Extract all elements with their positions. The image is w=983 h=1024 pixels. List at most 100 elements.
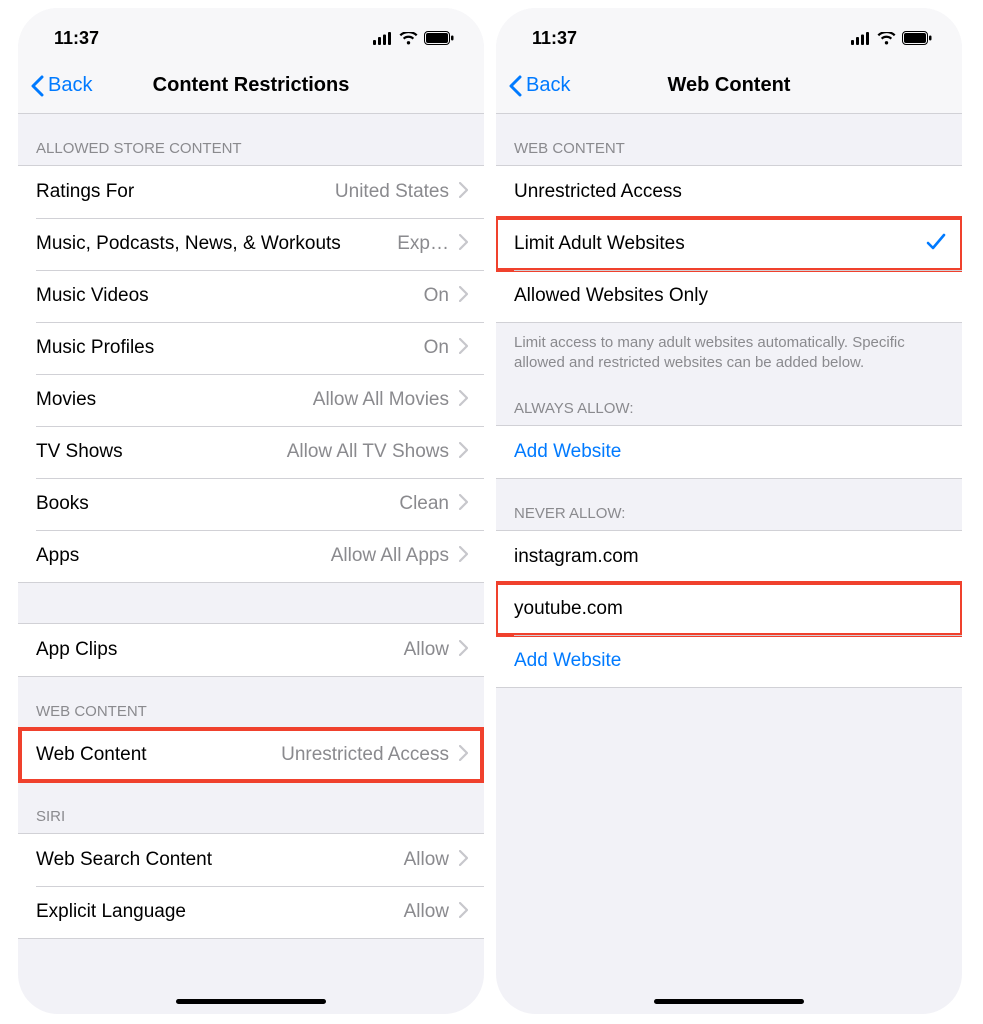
cell-label: instagram.com	[514, 546, 639, 568]
cell-label: Ratings For	[36, 181, 134, 203]
section-header-web: WEB CONTENT	[18, 677, 484, 728]
status-icons	[851, 31, 932, 45]
cell-value: Exp…	[397, 233, 449, 255]
chevron-right-icon	[459, 338, 468, 359]
cell-value: Allow	[220, 849, 449, 871]
row-movies[interactable]: Movies Allow All Movies	[18, 374, 484, 426]
battery-icon	[902, 31, 932, 45]
section-header-never: NEVER ALLOW:	[496, 479, 962, 530]
section-header-always: ALWAYS ALLOW:	[496, 374, 962, 425]
siri-group: Web Search Content Allow Explicit Langua…	[18, 833, 484, 939]
cell-value: Allow All Apps	[87, 545, 449, 567]
phone-content-restrictions: 11:37 Back Content Restrictions ALLOWED …	[18, 8, 484, 1014]
section-footer: Limit access to many adult websites auto…	[496, 323, 962, 374]
app-clips-group: App Clips Allow	[18, 623, 484, 677]
cellular-icon	[373, 32, 393, 45]
never-allow-group: instagram.com youtube.com Add Website	[496, 530, 962, 688]
row-web-content[interactable]: Web Content Unrestricted Access	[18, 729, 484, 781]
cell-label: Music Profiles	[36, 337, 154, 359]
row-explicit-language[interactable]: Explicit Language Allow	[18, 886, 484, 938]
cell-value: Allow	[194, 901, 449, 923]
cell-label: TV Shows	[36, 441, 123, 463]
chevron-right-icon	[459, 286, 468, 307]
cell-value: Allow All TV Shows	[131, 441, 449, 463]
status-bar: 11:37	[496, 8, 962, 58]
cell-label: Add Website	[514, 650, 621, 672]
cell-label: Explicit Language	[36, 901, 186, 923]
home-indicator[interactable]	[654, 999, 804, 1004]
row-books[interactable]: Books Clean	[18, 478, 484, 530]
chevron-right-icon	[459, 234, 468, 255]
chevron-right-icon	[459, 494, 468, 515]
chevron-right-icon	[459, 546, 468, 567]
nav-bar: Back Web Content	[496, 58, 962, 114]
add-website-never[interactable]: Add Website	[496, 635, 962, 687]
web-options-group: Unrestricted Access Limit Adult Websites…	[496, 165, 962, 323]
always-allow-group: Add Website	[496, 425, 962, 479]
back-label: Back	[48, 74, 92, 97]
never-item-youtube[interactable]: youtube.com	[496, 583, 962, 635]
option-unrestricted[interactable]: Unrestricted Access	[496, 166, 962, 218]
chevron-right-icon	[459, 390, 468, 411]
chevron-left-icon	[508, 75, 522, 97]
row-ratings-for[interactable]: Ratings For United States	[18, 166, 484, 218]
content-area: ALLOWED STORE CONTENT Ratings For United…	[18, 114, 484, 1014]
status-icons	[373, 31, 454, 45]
cell-label: Web Content	[36, 744, 147, 766]
store-content-group: Ratings For United States Music, Podcast…	[18, 165, 484, 583]
chevron-right-icon	[459, 640, 468, 661]
row-music-videos[interactable]: Music Videos On	[18, 270, 484, 322]
cell-label: App Clips	[36, 639, 117, 661]
back-button[interactable]: Back	[508, 74, 570, 97]
cell-label: Music, Podcasts, News, & Workouts	[36, 233, 389, 255]
battery-icon	[424, 31, 454, 45]
cell-label: Movies	[36, 389, 96, 411]
option-limit-adult[interactable]: Limit Adult Websites	[496, 218, 962, 270]
row-music-podcasts[interactable]: Music, Podcasts, News, & Workouts Exp…	[18, 218, 484, 270]
cell-label: Music Videos	[36, 285, 149, 307]
cell-label: Apps	[36, 545, 79, 567]
cell-label: Allowed Websites Only	[514, 285, 708, 307]
chevron-right-icon	[459, 850, 468, 871]
cell-label: Unrestricted Access	[514, 181, 682, 203]
content-area: WEB CONTENT Unrestricted Access Limit Ad…	[496, 114, 962, 1014]
row-music-profiles[interactable]: Music Profiles On	[18, 322, 484, 374]
cell-value: Clean	[97, 493, 449, 515]
chevron-right-icon	[459, 902, 468, 923]
checkmark-icon	[926, 233, 946, 256]
row-tv-shows[interactable]: TV Shows Allow All TV Shows	[18, 426, 484, 478]
cell-value: Allow	[125, 639, 449, 661]
cell-label: Web Search Content	[36, 849, 212, 871]
chevron-right-icon	[459, 442, 468, 463]
section-header-web: WEB CONTENT	[496, 114, 962, 165]
section-header-store: ALLOWED STORE CONTENT	[18, 114, 484, 165]
section-header-siri: SIRI	[18, 782, 484, 833]
home-indicator[interactable]	[176, 999, 326, 1004]
row-app-clips[interactable]: App Clips Allow	[18, 624, 484, 676]
wifi-icon	[877, 32, 896, 45]
row-web-search[interactable]: Web Search Content Allow	[18, 834, 484, 886]
cell-label: youtube.com	[514, 598, 623, 620]
status-time: 11:37	[532, 28, 577, 49]
back-label: Back	[526, 74, 570, 97]
cell-label: Books	[36, 493, 89, 515]
chevron-left-icon	[30, 75, 44, 97]
add-website-always[interactable]: Add Website	[496, 426, 962, 478]
cell-value: Allow All Movies	[104, 389, 449, 411]
cell-label: Add Website	[514, 441, 621, 463]
wifi-icon	[399, 32, 418, 45]
cell-value: On	[157, 285, 449, 307]
chevron-right-icon	[459, 182, 468, 203]
option-allowed-only[interactable]: Allowed Websites Only	[496, 270, 962, 322]
cellular-icon	[851, 32, 871, 45]
row-apps[interactable]: Apps Allow All Apps	[18, 530, 484, 582]
never-item-instagram[interactable]: instagram.com	[496, 531, 962, 583]
status-bar: 11:37	[18, 8, 484, 58]
chevron-right-icon	[459, 745, 468, 766]
nav-bar: Back Content Restrictions	[18, 58, 484, 114]
back-button[interactable]: Back	[30, 74, 92, 97]
cell-value: On	[162, 337, 449, 359]
status-time: 11:37	[54, 28, 99, 49]
cell-value: Unrestricted Access	[155, 744, 449, 766]
cell-value: United States	[142, 181, 449, 203]
